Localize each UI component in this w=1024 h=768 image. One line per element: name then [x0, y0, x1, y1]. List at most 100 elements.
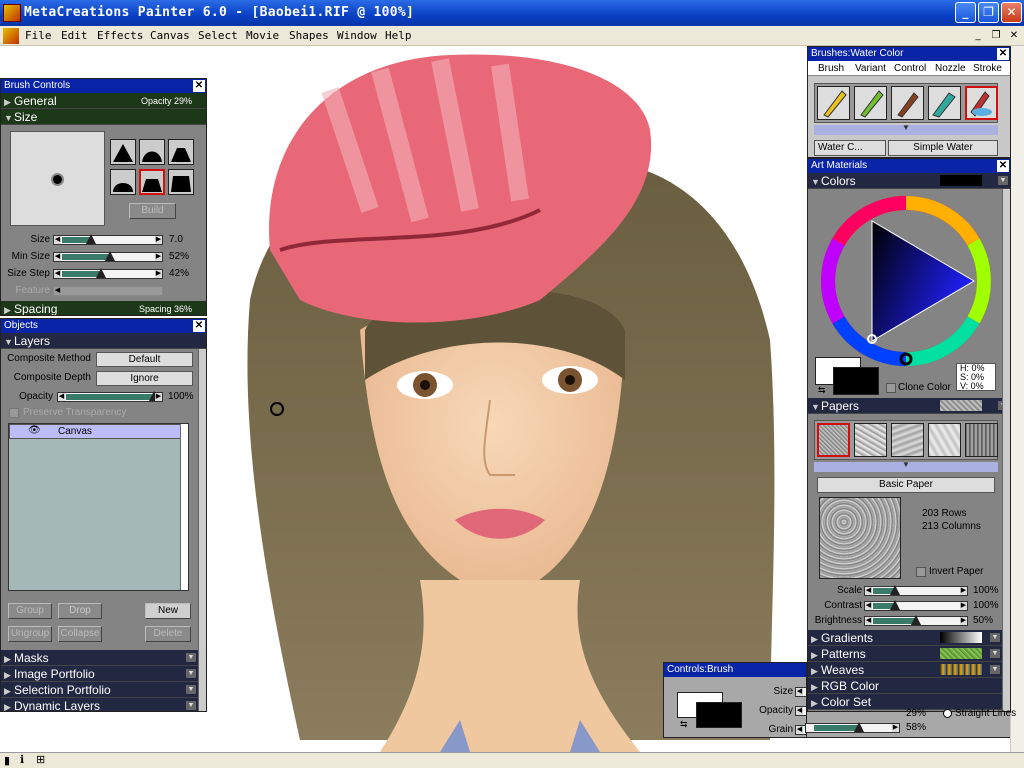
felt-pen-brush-icon[interactable]	[928, 86, 961, 120]
paper-swatch[interactable]	[928, 423, 961, 457]
invert-paper-checkbox[interactable]	[916, 567, 926, 577]
mdi-close-button[interactable]: ✕	[1006, 29, 1022, 43]
rgb-color-section[interactable]: ▶ RGB Color	[808, 678, 1002, 694]
controls-secondary-color[interactable]	[696, 702, 742, 728]
masks-section[interactable]: ▶ Masks ▼	[1, 650, 198, 666]
dropdown-icon[interactable]: ▼	[186, 685, 196, 694]
water-color-brush-icon[interactable]	[965, 86, 998, 120]
close-icon[interactable]: ✕	[193, 320, 205, 332]
brush-size-slider[interactable]: ◀	[795, 687, 806, 697]
brush-opacity-slider[interactable]: ◀	[795, 706, 806, 716]
patterns-section[interactable]: ▶ Patterns ▼	[808, 646, 1002, 662]
size-slider[interactable]: ◀ ▶	[53, 234, 163, 245]
pencil-brush-icon[interactable]	[817, 86, 850, 120]
info-icon[interactable]: ℹ	[20, 753, 24, 766]
layout-icon[interactable]: ⊞	[36, 753, 45, 766]
basic-paper-swatch[interactable]	[817, 423, 850, 457]
swap-colors-icon[interactable]: ⇆	[818, 385, 826, 396]
minimize-button[interactable]: _	[955, 2, 976, 23]
control-menu[interactable]: Control	[894, 63, 926, 74]
art-materials-scrollbar[interactable]	[1002, 189, 1010, 711]
papers-section[interactable]: ▼Papers▼	[808, 398, 1010, 414]
menu-select[interactable]: Select	[198, 29, 238, 42]
menu-movie[interactable]: Movie	[246, 29, 279, 42]
group-button[interactable]: Group	[8, 603, 52, 619]
close-button[interactable]: ✕	[1001, 2, 1022, 23]
dropdown-icon[interactable]: ▼	[998, 176, 1008, 185]
menu-edit[interactable]: Edit	[61, 29, 88, 42]
new-layer-button[interactable]: New	[145, 603, 191, 619]
brush-tool-icon[interactable]	[891, 86, 924, 120]
mdi-restore-button[interactable]: ❐	[988, 29, 1004, 43]
canvas-vertical-scrollbar[interactable]	[1010, 46, 1024, 752]
art-materials-title[interactable]: Art Materials ✕	[808, 159, 1010, 173]
dropdown-icon[interactable]: ▼	[990, 633, 1000, 642]
straight-lines-radio[interactable]	[943, 709, 952, 718]
stroke-menu[interactable]: Stroke	[973, 63, 1002, 74]
profile-pointed-button[interactable]	[110, 139, 136, 165]
profile-flat-button[interactable]	[168, 169, 194, 195]
paper-swatch[interactable]	[891, 423, 924, 457]
clone-color-checkbox[interactable]	[886, 383, 896, 393]
paper-tray-drawer[interactable]: ▼	[814, 460, 998, 472]
eye-icon[interactable]: 👁	[28, 425, 41, 436]
image-portfolio-section[interactable]: ▶ Image Portfolio ▼	[1, 666, 198, 682]
paper-swatch[interactable]	[854, 423, 887, 457]
close-icon[interactable]: ✕	[193, 80, 205, 92]
drop-button[interactable]: Drop	[58, 603, 102, 619]
paper-name-field[interactable]: Basic Paper	[817, 477, 995, 493]
profile-medium-button[interactable]	[139, 139, 165, 165]
dynamic-layers-section[interactable]: ▶ Dynamic Layers ▼	[1, 698, 198, 711]
profile-dull-button[interactable]	[110, 169, 136, 195]
dropdown-icon[interactable]: ▼	[186, 653, 196, 662]
layer-list-scrollbar[interactable]	[180, 424, 188, 590]
maximize-button[interactable]: ❐	[978, 2, 999, 23]
controls-brush-title[interactable]: Controls:Brush	[664, 663, 806, 677]
gradients-section[interactable]: ▶ Gradients ▼	[808, 630, 1002, 646]
swap-colors-icon[interactable]: ⇆	[680, 719, 688, 730]
brush-menu[interactable]: Brush	[818, 63, 844, 74]
menu-help[interactable]: Help	[385, 29, 412, 42]
layer-opacity-slider[interactable]: ◀ ▶	[57, 391, 163, 402]
dropdown-icon[interactable]: ▼	[186, 669, 196, 678]
colors-section[interactable]: ▼Colors ▼	[808, 173, 1010, 189]
crayon-brush-icon[interactable]	[854, 86, 887, 120]
profile-linear-button[interactable]	[168, 139, 194, 165]
layers-section[interactable]: ▼Layers	[1, 333, 206, 349]
delete-button[interactable]: Delete	[145, 626, 191, 642]
close-icon[interactable]: ✕	[997, 48, 1009, 60]
scale-slider[interactable]: ◀ ▶	[864, 585, 968, 596]
dropdown-icon[interactable]: ▼	[186, 701, 196, 710]
menu-file[interactable]: File	[25, 29, 52, 42]
mdi-minimize-button[interactable]: _	[970, 29, 986, 43]
spacing-section[interactable]: ▶ Spacing Spacing 36%	[1, 301, 206, 315]
build-button[interactable]: Build	[129, 203, 176, 219]
menu-canvas[interactable]: Canvas	[150, 29, 190, 42]
min-size-slider[interactable]: ◀ ▶	[53, 251, 163, 262]
document-icon[interactable]	[3, 28, 19, 44]
general-section[interactable]: ▶ General Opacity 29%	[1, 93, 206, 109]
composite-method-select[interactable]: Default	[96, 352, 193, 367]
brush-variant-select[interactable]: Simple Water	[888, 140, 998, 156]
layer-row-canvas[interactable]: 👁 Canvas	[9, 424, 188, 439]
menu-shapes[interactable]: Shapes	[289, 29, 329, 42]
menu-effects[interactable]: Effects	[97, 29, 143, 42]
paper-swatch[interactable]	[965, 423, 998, 457]
ungroup-button[interactable]: Ungroup	[8, 626, 52, 642]
preserve-transparency-checkbox[interactable]	[9, 408, 19, 418]
weaves-section[interactable]: ▶ Weaves ▼	[808, 662, 1002, 678]
size-section[interactable]: ▼Size	[1, 109, 206, 125]
contrast-slider[interactable]: ◀ ▶	[864, 600, 968, 611]
painter-app-icon[interactable]	[3, 4, 21, 22]
brush-category-select[interactable]: Water C...	[814, 140, 886, 156]
dropdown-icon[interactable]: ▼	[990, 649, 1000, 658]
size-step-slider[interactable]: ◀ ▶	[53, 268, 163, 279]
profile-watercolor-button[interactable]	[139, 169, 165, 195]
nozzle-menu[interactable]: Nozzle	[935, 63, 966, 74]
brushes-title[interactable]: Brushes:Water Color ✕	[808, 47, 1010, 61]
composite-depth-select[interactable]: Ignore	[96, 371, 193, 386]
collapse-button[interactable]: Collapse	[58, 626, 102, 642]
brightness-slider[interactable]: ◀ ▶	[864, 615, 968, 626]
menu-window[interactable]: Window	[337, 29, 377, 42]
grabber-tool-icon[interactable]: ▮	[4, 754, 10, 767]
